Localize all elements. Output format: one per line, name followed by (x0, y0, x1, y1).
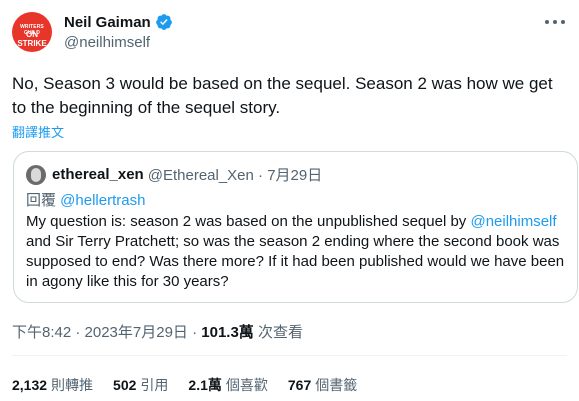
likes-count: 2.1萬 (188, 377, 222, 393)
tweet-meta: 下午8:42 · 2023年7月29日 · 101.3萬 次查看 (12, 321, 303, 342)
verified-badge-icon (155, 14, 172, 30)
quoted-author-name: ethereal_xen (52, 166, 144, 183)
more-options-icon[interactable] (545, 18, 565, 26)
likes-stat[interactable]: 2.1萬 個喜歡 (188, 375, 267, 395)
author-name-row: Neil Gaiman (64, 13, 173, 31)
quoted-text-part1: My question is: season 2 was based on th… (26, 213, 471, 230)
likes-label: 個喜歡 (225, 377, 268, 393)
bookmarks-label: 個書籤 (315, 377, 358, 393)
bookmarks-count: 767 (287, 377, 312, 393)
quotes-stat[interactable]: 502 引用 (113, 375, 168, 395)
tweet-timestamp[interactable]: 下午8:42 · 2023年7月29日 · (12, 324, 201, 341)
author-name[interactable]: Neil Gaiman (64, 14, 151, 31)
quoted-tweet-text: My question is: season 2 was based on th… (26, 212, 566, 292)
quoted-mention-link[interactable]: @neilhimself (470, 213, 556, 230)
views-label: 次查看 (253, 324, 303, 341)
quotes-label: 引用 (140, 377, 169, 393)
engagement-stats: 2,132 則轉推 502 引用 2.1萬 個喜歡 767 個書籤 (12, 375, 377, 395)
avatar[interactable]: WRITERS GUILD ON STRIKE (12, 12, 52, 52)
quoted-text-part2: and Sir Terry Pratchett; so was the seas… (26, 233, 565, 290)
retweets-stat[interactable]: 2,132 則轉推 (12, 375, 93, 395)
bookmarks-stat[interactable]: 767 個書籤 (288, 375, 357, 395)
retweets-label: 則轉推 (51, 377, 94, 393)
quoted-reply-to: 回覆 @hellertrash (26, 189, 145, 210)
quoted-avatar (26, 164, 46, 185)
quoted-tweet[interactable]: ethereal_xen @Ethereal_Xen · 7月29日 回覆 @h… (13, 151, 578, 303)
divider (12, 355, 567, 356)
reply-mention-link[interactable]: @hellertrash (60, 192, 145, 209)
avatar-text-bottom: ON STRIKE (17, 30, 47, 48)
dot-icon (553, 20, 557, 24)
quotes-count: 502 (113, 377, 137, 393)
translate-tweet-link[interactable]: 翻譯推文 (12, 122, 64, 141)
views-count: 101.3萬 (201, 324, 254, 341)
quoted-tweet-header: ethereal_xen @Ethereal_Xen · 7月29日 (26, 164, 322, 185)
dot-icon (561, 20, 565, 24)
tweet-text: No, Season 3 would be based on the seque… (12, 74, 553, 117)
dot-icon (545, 20, 549, 24)
quoted-author-handle-time: @Ethereal_Xen · 7月29日 (147, 167, 323, 184)
tweet-header: WRITERS GUILD ON STRIKE Neil Gaiman @nei… (12, 12, 567, 56)
reply-prefix: 回覆 (26, 192, 61, 209)
author-handle[interactable]: @neilhimself (64, 34, 150, 51)
retweets-count: 2,132 (12, 377, 48, 393)
